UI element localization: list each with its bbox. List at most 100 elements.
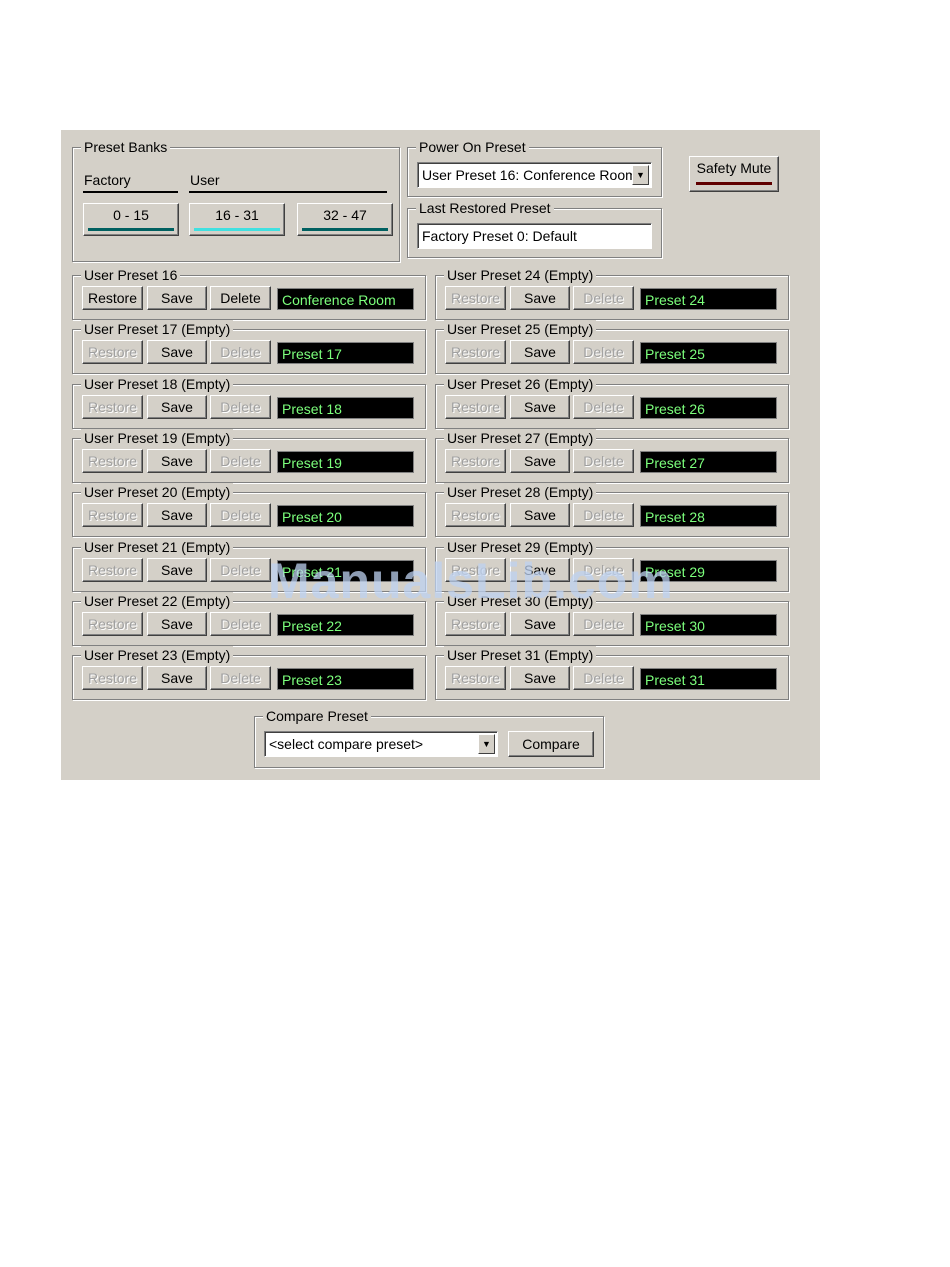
preset-title: User Preset 31 (Empty) bbox=[444, 646, 597, 664]
restore-button[interactable]: Restore bbox=[445, 340, 506, 364]
preset-name-field[interactable]: Preset 29 bbox=[640, 560, 777, 582]
power-on-preset-dropdown[interactable]: User Preset 16: Conference Room ▼ bbox=[417, 162, 652, 188]
preset-name-field[interactable]: Preset 27 bbox=[640, 451, 777, 473]
preset-name-field[interactable]: Preset 23 bbox=[277, 668, 414, 690]
preset-group: User Preset 25 (Empty) Restore Save Delete P… bbox=[435, 320, 789, 374]
delete-button[interactable]: Delete bbox=[573, 558, 634, 582]
restore-button[interactable]: Restore bbox=[82, 395, 143, 419]
restore-button[interactable]: Restore bbox=[445, 449, 506, 473]
restore-button[interactable]: Restore bbox=[82, 666, 143, 690]
save-button[interactable]: Save bbox=[147, 395, 207, 419]
preset-title: User Preset 18 (Empty) bbox=[81, 375, 234, 393]
preset-name-field[interactable]: Preset 17 bbox=[277, 342, 414, 364]
preset-title: User Preset 23 (Empty) bbox=[81, 646, 234, 664]
bank-button-32-47[interactable]: 32 - 47 bbox=[297, 203, 393, 236]
delete-button[interactable]: Delete bbox=[210, 286, 271, 310]
preset-name-field[interactable]: Preset 20 bbox=[277, 505, 414, 527]
delete-button[interactable]: Delete bbox=[210, 340, 271, 364]
preset-title: User Preset 17 (Empty) bbox=[81, 320, 234, 338]
delete-button[interactable]: Delete bbox=[210, 449, 271, 473]
chevron-down-icon[interactable]: ▼ bbox=[632, 165, 649, 185]
save-button[interactable]: Save bbox=[147, 503, 207, 527]
restore-button[interactable]: Restore bbox=[445, 286, 506, 310]
safety-mute-label: Safety Mute bbox=[696, 160, 772, 176]
preset-banks-title: Preset Banks bbox=[81, 138, 171, 156]
preset-title: User Preset 21 (Empty) bbox=[81, 538, 234, 556]
preset-title: User Preset 29 (Empty) bbox=[444, 538, 597, 556]
delete-button[interactable]: Delete bbox=[573, 286, 634, 310]
delete-button[interactable]: Delete bbox=[573, 503, 634, 527]
preset-name-field[interactable]: Conference Room bbox=[277, 288, 414, 310]
power-on-preset-value: User Preset 16: Conference Room bbox=[422, 167, 637, 183]
save-button[interactable]: Save bbox=[510, 612, 570, 636]
preset-title: User Preset 30 (Empty) bbox=[444, 592, 597, 610]
preset-name-field[interactable]: Preset 26 bbox=[640, 397, 777, 419]
save-button[interactable]: Save bbox=[510, 449, 570, 473]
delete-button[interactable]: Delete bbox=[210, 395, 271, 419]
save-button[interactable]: Save bbox=[147, 340, 207, 364]
preset-name-field[interactable]: Preset 28 bbox=[640, 505, 777, 527]
restore-button[interactable]: Restore bbox=[445, 612, 506, 636]
preset-panel: Preset Banks Factory User 0 - 15 16 - 31… bbox=[61, 130, 820, 780]
preset-name-field[interactable]: Preset 21 bbox=[277, 560, 414, 582]
preset-title: User Preset 22 (Empty) bbox=[81, 592, 234, 610]
preset-name-field[interactable]: Preset 30 bbox=[640, 614, 777, 636]
restore-button[interactable]: Restore bbox=[82, 503, 143, 527]
restore-button[interactable]: Restore bbox=[82, 612, 143, 636]
preset-name-field[interactable]: Preset 18 bbox=[277, 397, 414, 419]
restore-button[interactable]: Restore bbox=[82, 558, 143, 582]
preset-name-field[interactable]: Preset 22 bbox=[277, 614, 414, 636]
delete-button[interactable]: Delete bbox=[573, 666, 634, 690]
save-button[interactable]: Save bbox=[147, 666, 207, 690]
save-button[interactable]: Save bbox=[147, 558, 207, 582]
restore-button[interactable]: Restore bbox=[445, 503, 506, 527]
save-button[interactable]: Save bbox=[510, 286, 570, 310]
save-button[interactable]: Save bbox=[510, 558, 570, 582]
delete-button[interactable]: Delete bbox=[210, 558, 271, 582]
save-button[interactable]: Save bbox=[147, 449, 207, 473]
bank-indicator bbox=[302, 228, 388, 231]
compare-preset-title: Compare Preset bbox=[263, 707, 371, 725]
user-divider bbox=[189, 191, 387, 193]
preset-name-field[interactable]: Preset 24 bbox=[640, 288, 777, 310]
safety-mute-button[interactable]: Safety Mute bbox=[689, 156, 779, 192]
preset-group: User Preset 21 (Empty) Restore Save Delete P… bbox=[72, 538, 426, 592]
restore-button[interactable]: Restore bbox=[445, 395, 506, 419]
last-restored-preset-value: Factory Preset 0: Default bbox=[422, 228, 577, 244]
preset-group: User Preset 27 (Empty) Restore Save Delete P… bbox=[435, 429, 789, 483]
save-button[interactable]: Save bbox=[510, 503, 570, 527]
delete-button[interactable]: Delete bbox=[573, 395, 634, 419]
delete-button[interactable]: Delete bbox=[210, 503, 271, 527]
restore-button[interactable]: Restore bbox=[445, 666, 506, 690]
factory-divider bbox=[83, 191, 178, 193]
preset-group: User Preset 22 (Empty) Restore Save Delete P… bbox=[72, 592, 426, 646]
chevron-down-icon[interactable]: ▼ bbox=[478, 734, 495, 754]
restore-button[interactable]: Restore bbox=[445, 558, 506, 582]
save-button[interactable]: Save bbox=[510, 340, 570, 364]
preset-name-field[interactable]: Preset 31 bbox=[640, 668, 777, 690]
delete-button[interactable]: Delete bbox=[210, 666, 271, 690]
compare-button[interactable]: Compare bbox=[508, 731, 594, 757]
delete-button[interactable]: Delete bbox=[573, 449, 634, 473]
preset-group: User Preset 16 Restore Save Delete Conferenc… bbox=[72, 266, 426, 320]
delete-button[interactable]: Delete bbox=[573, 612, 634, 636]
delete-button[interactable]: Delete bbox=[573, 340, 634, 364]
restore-button[interactable]: Restore bbox=[82, 340, 143, 364]
bank-button-0-15[interactable]: 0 - 15 bbox=[83, 203, 179, 236]
save-button[interactable]: Save bbox=[510, 395, 570, 419]
save-button[interactable]: Save bbox=[510, 666, 570, 690]
bank-button-16-31[interactable]: 16 - 31 bbox=[189, 203, 285, 236]
preset-name-field[interactable]: Preset 19 bbox=[277, 451, 414, 473]
preset-title: User Preset 24 (Empty) bbox=[444, 266, 597, 284]
preset-group: User Preset 29 (Empty) Restore Save Delete P… bbox=[435, 538, 789, 592]
save-button[interactable]: Save bbox=[147, 286, 207, 310]
save-button[interactable]: Save bbox=[147, 612, 207, 636]
preset-group: User Preset 20 (Empty) Restore Save Delete P… bbox=[72, 483, 426, 537]
last-restored-preset-title: Last Restored Preset bbox=[416, 199, 554, 217]
delete-button[interactable]: Delete bbox=[210, 612, 271, 636]
restore-button[interactable]: Restore bbox=[82, 286, 143, 310]
compare-preset-dropdown[interactable]: <select compare preset> ▼ bbox=[264, 731, 498, 757]
preset-name-field[interactable]: Preset 25 bbox=[640, 342, 777, 364]
restore-button[interactable]: Restore bbox=[82, 449, 143, 473]
preset-title: User Preset 26 (Empty) bbox=[444, 375, 597, 393]
